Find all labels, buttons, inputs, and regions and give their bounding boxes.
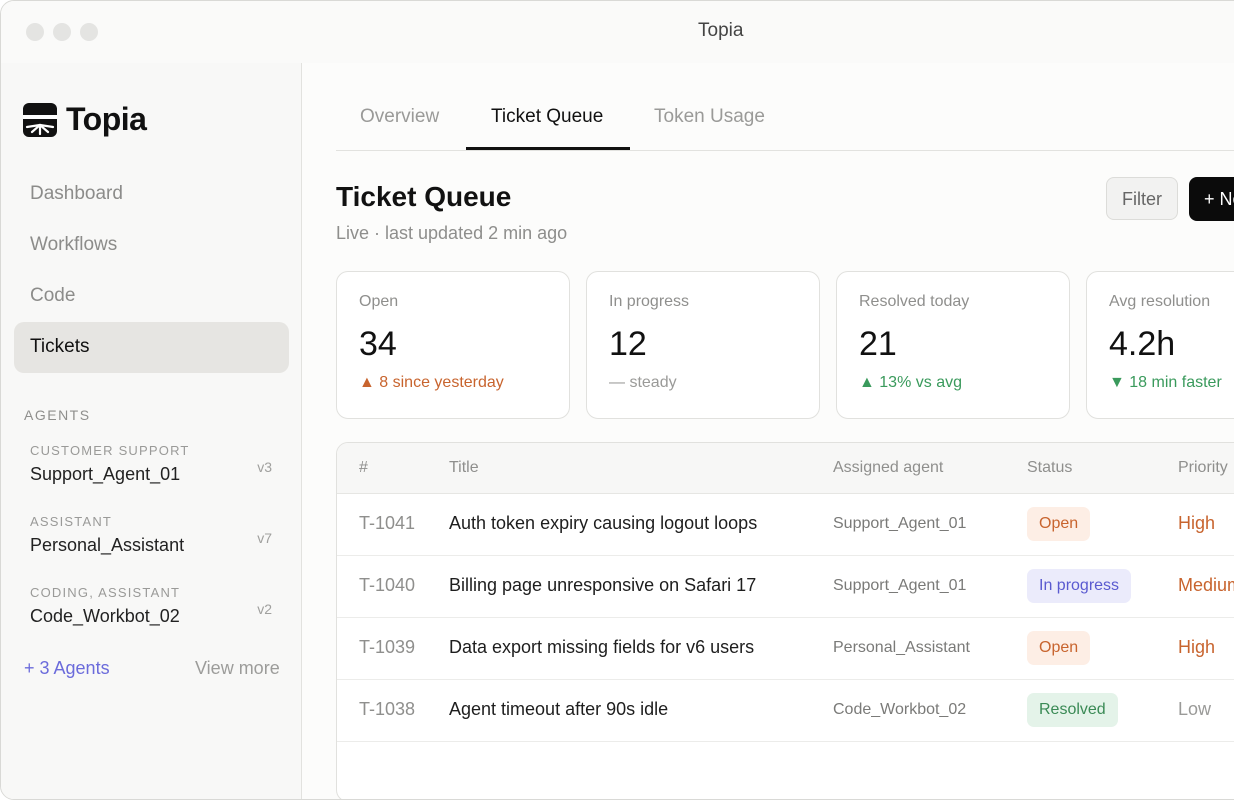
- brand-name: Topia: [66, 101, 147, 137]
- ticket-id: T-1040: [359, 575, 416, 595]
- stat-delta: ▲ 13% vs avg: [859, 374, 962, 391]
- agent-version: v3: [257, 459, 272, 475]
- ticket-agent: Support_Agent_01: [833, 515, 967, 532]
- ticket-id: T-1038: [359, 699, 416, 719]
- agent-version: v7: [257, 530, 272, 546]
- ticket-agent: Personal_Assistant: [833, 639, 970, 656]
- table-row[interactable]: T-1039 Data export missing fields for v6…: [337, 617, 1234, 680]
- table-row[interactable]: T-1038 Agent timeout after 90s idle Code…: [337, 679, 1234, 742]
- stat-delta: ▲ 8 since yesterday: [359, 374, 504, 391]
- stat-card-open: Open 34 ▲ 8 since yesterday: [336, 271, 570, 419]
- column-header-id[interactable]: #: [359, 459, 368, 477]
- column-header-title[interactable]: Title: [449, 459, 479, 477]
- sidebar-item-workflows[interactable]: Workflows: [14, 220, 289, 271]
- status-badge: In progress: [1027, 569, 1132, 603]
- stat-value: 21: [859, 325, 897, 363]
- table-row[interactable]: [337, 741, 1234, 799]
- stat-delta: — steady: [609, 374, 677, 391]
- stat-card-in-progress: In progress 12 — steady: [586, 271, 820, 419]
- table-row[interactable]: T-1040 Billing page unresponsive on Safa…: [337, 555, 1234, 618]
- tab-bar: Overview Ticket Queue Token Usage: [336, 63, 1234, 151]
- stat-label: Open: [359, 293, 399, 310]
- column-header-agent[interactable]: Assigned agent: [833, 459, 943, 477]
- table-header: # Title Assigned agent Status Priority: [337, 443, 1234, 494]
- active-tab-indicator: [466, 147, 630, 150]
- priority-label: Medium: [1178, 575, 1234, 595]
- agent-tag: CODING, ASSISTANT: [30, 585, 181, 600]
- status-badge: Resolved: [1027, 693, 1118, 727]
- stat-card-avg-resolution: Avg resolution 4.2h ▼ 18 min faster: [1086, 271, 1234, 419]
- window-controls: [26, 23, 98, 41]
- app-window: Topia Topia Dashboard Workflows Code Tic…: [0, 0, 1234, 800]
- status-badge: Open: [1027, 507, 1091, 541]
- agent-item[interactable]: CUSTOMER SUPPORT Support_Agent_01 v3: [30, 443, 280, 485]
- tab-token-usage[interactable]: Token Usage: [654, 106, 765, 128]
- minimize-window-button[interactable]: [53, 23, 71, 41]
- view-more-link[interactable]: View more: [195, 658, 280, 679]
- sidebar-item-tickets[interactable]: Tickets: [14, 322, 289, 373]
- priority-label: High: [1178, 637, 1216, 657]
- ticket-title: Billing page unresponsive on Safari 17: [449, 575, 757, 595]
- agent-tag: ASSISTANT: [30, 514, 113, 529]
- ticket-title: Agent timeout after 90s idle: [449, 699, 669, 719]
- table-row[interactable]: T-1041 Auth token expiry causing logout …: [337, 493, 1234, 556]
- brand[interactable]: Topia: [23, 101, 147, 138]
- ticket-table: # Title Assigned agent Status Priority T…: [336, 442, 1234, 799]
- filter-button[interactable]: Filter: [1106, 177, 1178, 220]
- stat-value: 12: [609, 325, 647, 363]
- agent-name: Support_Agent_01: [30, 464, 181, 484]
- tab-overview[interactable]: Overview: [360, 106, 439, 128]
- new-ticket-button[interactable]: + New: [1189, 177, 1234, 221]
- ticket-title: Auth token expiry causing logout loops: [449, 513, 758, 533]
- title-bar: Topia: [1, 1, 1234, 64]
- ticket-title: Data export missing fields for v6 users: [449, 637, 755, 657]
- stat-value: 34: [359, 325, 397, 363]
- stat-delta: ▼ 18 min faster: [1109, 374, 1222, 391]
- agent-name: Personal_Assistant: [30, 535, 185, 555]
- stat-label: Avg resolution: [1109, 293, 1211, 310]
- ticket-agent: Support_Agent_01: [833, 577, 967, 594]
- page-title: Ticket Queue: [336, 181, 512, 212]
- sidebar-item-dashboard[interactable]: Dashboard: [14, 169, 289, 220]
- agent-name: Code_Workbot_02: [30, 606, 180, 626]
- maximize-window-button[interactable]: [80, 23, 98, 41]
- stat-card-resolved-today: Resolved today 21 ▲ 13% vs avg: [836, 271, 1070, 419]
- tab-ticket-queue[interactable]: Ticket Queue: [491, 106, 603, 128]
- stat-value: 4.2h: [1109, 325, 1176, 363]
- agent-version: v2: [257, 601, 272, 617]
- sidebar-item-code[interactable]: Code: [14, 271, 289, 322]
- agents-section-label: AGENTS: [24, 407, 91, 423]
- main-content: Overview Ticket Queue Token Usage Ticket…: [302, 63, 1234, 799]
- column-header-priority[interactable]: Priority: [1178, 459, 1228, 477]
- priority-label: Low: [1178, 699, 1212, 719]
- page-subtitle: Live · last updated 2 min ago: [336, 223, 568, 243]
- status-badge: Open: [1027, 631, 1091, 665]
- topia-logo-icon: [23, 102, 57, 137]
- ticket-id: T-1039: [359, 637, 416, 657]
- agent-tag: CUSTOMER SUPPORT: [30, 443, 190, 458]
- close-window-button[interactable]: [26, 23, 44, 41]
- column-header-status[interactable]: Status: [1027, 459, 1072, 477]
- ticket-agent: Code_Workbot_02: [833, 701, 967, 718]
- priority-label: High: [1178, 513, 1216, 533]
- agent-item[interactable]: CODING, ASSISTANT Code_Workbot_02 v2: [30, 585, 280, 627]
- ticket-id: T-1041: [359, 513, 416, 533]
- window-title: Topia: [698, 20, 744, 41]
- stat-label: In progress: [609, 293, 690, 310]
- more-agents-link[interactable]: + 3 Agents: [24, 658, 110, 679]
- agent-item[interactable]: ASSISTANT Personal_Assistant v7: [30, 514, 280, 556]
- stat-label: Resolved today: [859, 293, 970, 310]
- sidebar: Topia Dashboard Workflows Code Tickets A…: [1, 63, 302, 799]
